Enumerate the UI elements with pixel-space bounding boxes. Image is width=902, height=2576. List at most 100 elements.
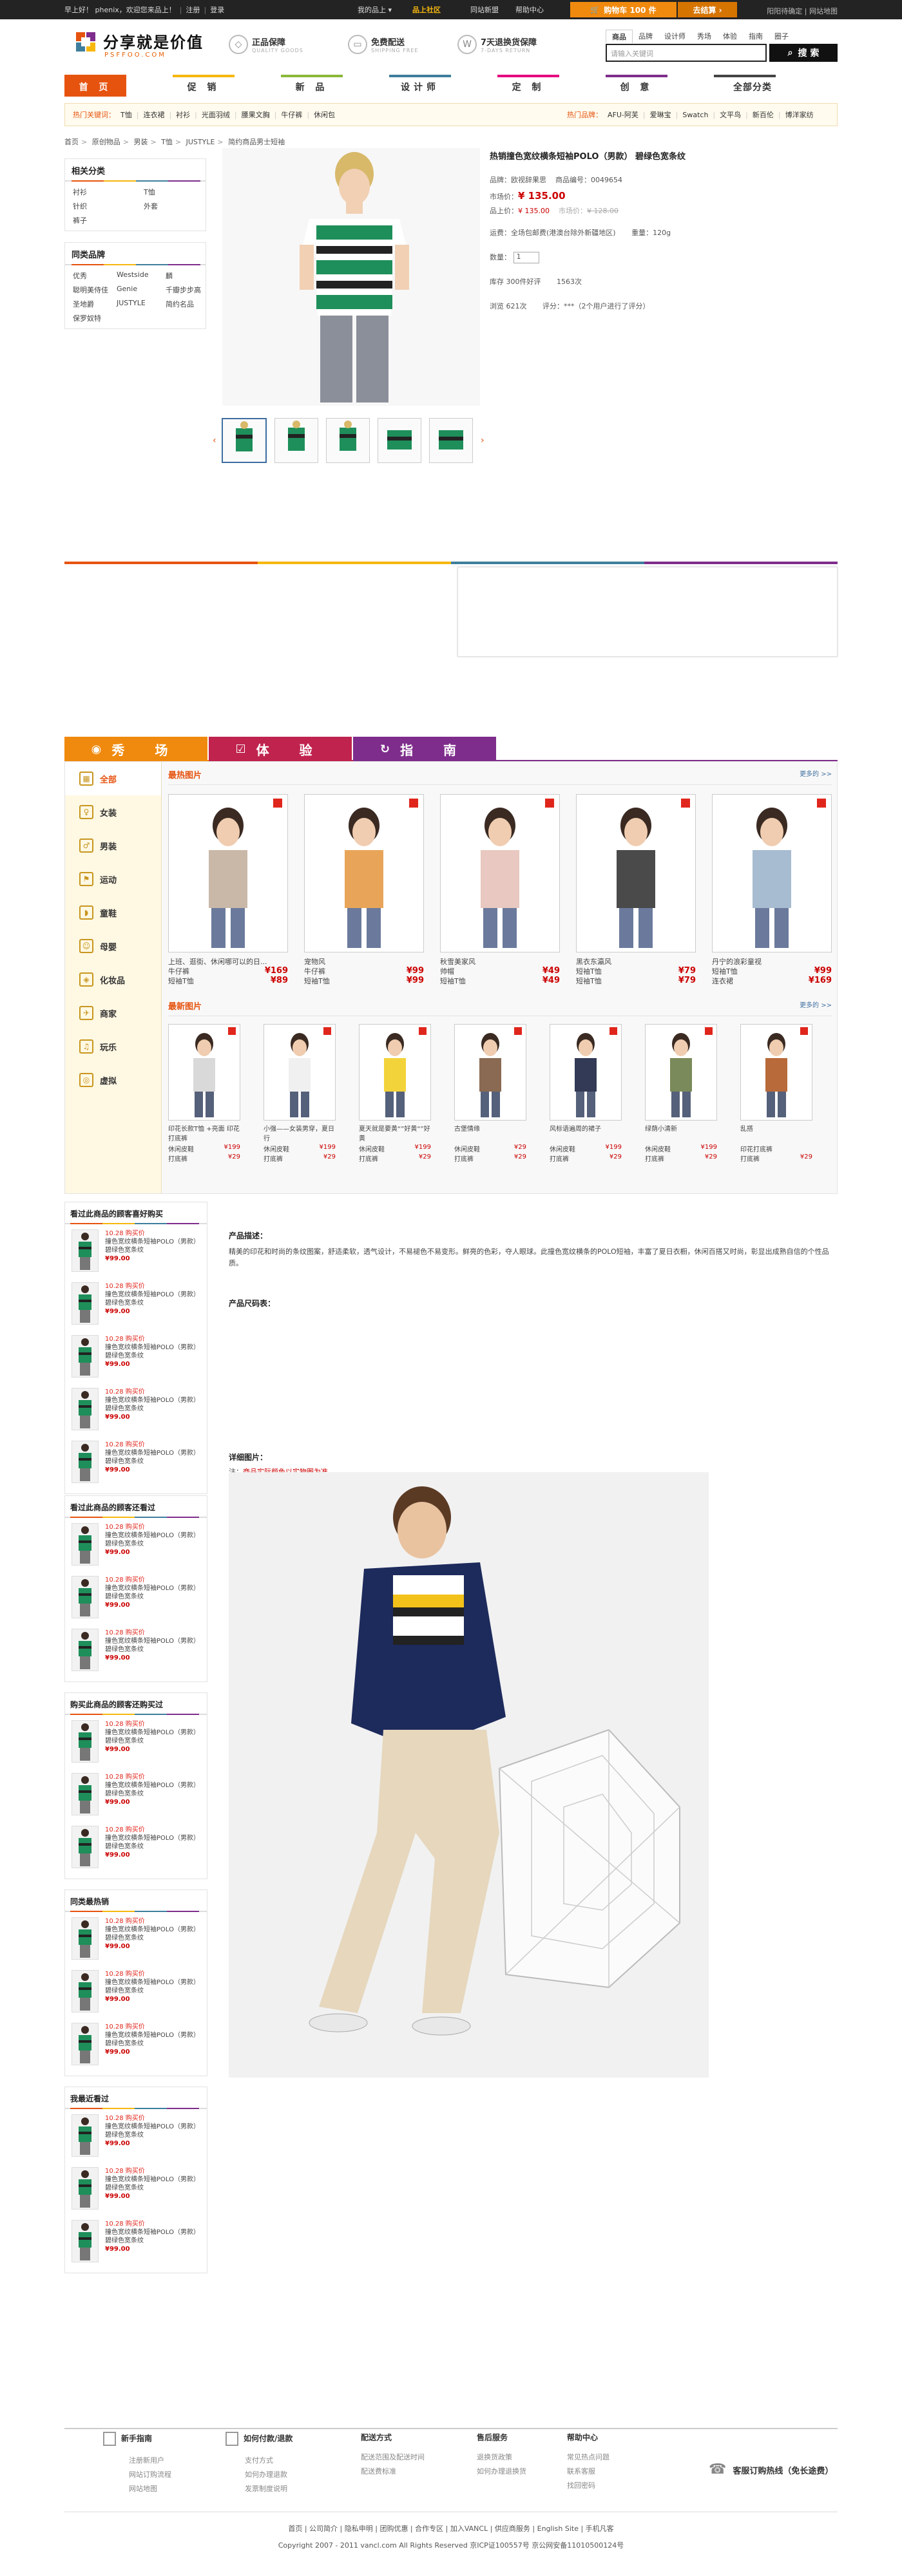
new-picture-caption[interactable]: 夏天就是要黄“”好黄“”好黄 xyxy=(359,1124,431,1144)
show-menu-item[interactable]: ⚑ 运动 xyxy=(65,862,161,896)
favorite-tag-icon[interactable] xyxy=(514,1027,522,1035)
recommendation-name[interactable]: 撞色宽纹横条短袖POLO（男款）碧绿色宽条纹 xyxy=(105,1584,203,1601)
hot-picture-caption[interactable]: 丹宁的浪彩童视 xyxy=(712,956,832,966)
item-label[interactable]: 印花打底裤 xyxy=(740,1144,772,1153)
recommendation-item[interactable]: 10.28 购买价 撞色宽纹横条短袖POLO（男款）碧绿色宽条纹 ¥99.00 xyxy=(65,2018,207,2070)
footer-link[interactable]: 退换货政策 xyxy=(477,2452,526,2462)
new-picture-caption[interactable]: 乱搭 xyxy=(740,1124,812,1144)
search-tab-circle[interactable]: 圈子 xyxy=(769,30,794,43)
recommendation-name[interactable]: 撞色宽纹横条短袖POLO（男款）碧绿色宽条纹 xyxy=(105,1926,203,1942)
favorite-tag-icon[interactable] xyxy=(228,1027,236,1035)
item-label[interactable]: 帅帽 xyxy=(440,966,454,976)
new-picture[interactable] xyxy=(550,1024,622,1121)
item-label[interactable]: 打底裤 xyxy=(359,1153,378,1163)
category-link[interactable]: T恤 xyxy=(144,187,215,197)
favorite-tag-icon[interactable] xyxy=(609,1027,617,1035)
recommendation-name[interactable]: 撞色宽纹横条短袖POLO（男款）碧绿色宽条纹 xyxy=(105,1238,203,1255)
brand-link[interactable]: JUSTYLE xyxy=(117,299,166,309)
breadcrumb-item[interactable]: 首页 xyxy=(64,138,79,146)
logo-title[interactable]: 分享就是价值 xyxy=(103,30,204,52)
recommendation-item[interactable]: 10.28 购买价 撞色宽纹横条短袖POLO（男款）碧绿色宽条纹 ¥99.00 xyxy=(65,1571,207,1624)
show-menu-item[interactable]: ✈ 商家 xyxy=(65,996,161,1030)
search-tab-brand[interactable]: 品牌 xyxy=(633,30,658,43)
footer-link[interactable]: 配送费标准 xyxy=(361,2466,425,2476)
recommendation-name[interactable]: 撞色宽纹横条短袖POLO（男款）碧绿色宽条纹 xyxy=(105,1637,203,1654)
nav-designer[interactable]: 设计师 xyxy=(389,77,451,97)
item-label[interactable]: 连衣裙 xyxy=(712,976,733,985)
recommendation-image[interactable] xyxy=(72,2114,99,2157)
recommendation-image[interactable] xyxy=(72,1523,99,1566)
recommendation-name[interactable]: 撞色宽纹横条短袖POLO（男款）碧绿色宽条纹 xyxy=(105,1449,203,1466)
brand-link[interactable]: 保罗奴特 xyxy=(73,313,117,323)
brand-link[interactable]: 新百伦 xyxy=(753,109,774,120)
category-link[interactable]: 衬衫 xyxy=(73,187,144,197)
breadcrumb-item[interactable]: 男装 xyxy=(133,138,148,146)
hot-picture-card[interactable]: 宠物风 牛仔裤 ¥99 短袖T恤 ¥99 xyxy=(304,794,424,985)
keyword-link[interactable]: 光面羽绒 xyxy=(202,109,230,120)
new-picture-caption[interactable]: 绿荫小清新 xyxy=(645,1124,717,1144)
recommendation-name[interactable]: 撞色宽纹横条短袖POLO（男款）碧绿色宽条纹 xyxy=(105,1834,203,1851)
brand-link[interactable]: 文平鸟 xyxy=(720,109,741,120)
show-menu-item[interactable]: ♀ 女装 xyxy=(65,795,161,829)
footer-link[interactable]: 支付方式 xyxy=(245,2455,293,2465)
show-menu-item[interactable]: ♂ 男装 xyxy=(65,829,161,862)
recommendation-name[interactable]: 撞色宽纹横条短袖POLO（男款）碧绿色宽条纹 xyxy=(105,1396,203,1413)
new-picture[interactable] xyxy=(264,1024,336,1121)
cart-button[interactable]: 🛒 购物车 100 件 xyxy=(570,2,676,17)
search-button[interactable]: ⌕ 搜 索 xyxy=(769,44,838,62)
brand-link[interactable]: 优秀 xyxy=(73,270,117,281)
thumbnail[interactable] xyxy=(222,418,267,463)
recommendation-image[interactable] xyxy=(72,1335,99,1378)
recommendation-image[interactable] xyxy=(72,1773,99,1815)
checkout-button[interactable]: 去结算 › xyxy=(678,2,737,17)
keyword-link[interactable]: T恤 xyxy=(120,109,132,120)
new-picture-card[interactable]: 夏天就是要黄“”好黄“”好黄 休闲皮鞋 ¥199 打底裤 ¥29 xyxy=(359,1024,431,1163)
search-input[interactable]: 请输入关键词 xyxy=(606,44,767,62)
brand-link[interactable]: Westside xyxy=(117,270,166,281)
hot-picture[interactable] xyxy=(304,794,424,952)
recommendation-image[interactable] xyxy=(72,2023,99,2065)
thumbnail[interactable] xyxy=(378,418,421,463)
brand-link[interactable]: 圣地爵 xyxy=(73,299,117,309)
new-picture-card[interactable]: 风标语遍周的裙子 休闲皮鞋 ¥199 打底裤 ¥29 xyxy=(550,1024,622,1163)
recommendation-item[interactable]: 10.28 购买价 撞色宽纹横条短袖POLO（男款）碧绿色宽条纹 ¥99.00 xyxy=(65,1224,207,1277)
keyword-link[interactable]: 牛仔裤 xyxy=(281,109,302,120)
item-label[interactable]: 打底裤 xyxy=(740,1153,760,1163)
recommendation-image[interactable] xyxy=(72,1826,99,1868)
hot-picture[interactable] xyxy=(440,794,560,952)
show-menu-item[interactable]: ♫ 玩乐 xyxy=(65,1030,161,1063)
recommendation-image[interactable] xyxy=(72,1576,99,1618)
search-tab-guide[interactable]: 指南 xyxy=(743,30,769,43)
favorites-link[interactable]: 同站新盟 xyxy=(470,5,499,15)
item-label[interactable]: 打底裤 xyxy=(645,1153,664,1163)
hot-picture-caption[interactable]: 宠物风 xyxy=(304,956,424,966)
recommendation-item[interactable]: 10.28 购买价 撞色宽纹横条短袖POLO（男款）碧绿色宽条纹 ¥99.00 xyxy=(65,2215,207,2268)
item-label[interactable]: 打底裤 xyxy=(454,1153,474,1163)
new-picture[interactable] xyxy=(359,1024,431,1121)
hot-picture[interactable] xyxy=(168,794,288,952)
thumbnail[interactable] xyxy=(274,418,318,463)
nav-home[interactable]: 首 页 xyxy=(64,77,126,97)
recommendation-name[interactable]: 撞色宽纹横条短袖POLO（男款）碧绿色宽条纹 xyxy=(105,1781,203,1798)
footer-link[interactable]: 联系客服 xyxy=(567,2466,609,2476)
breadcrumb-item[interactable]: T恤 xyxy=(161,138,173,146)
new-picture-caption[interactable]: 风标语遍周的裙子 xyxy=(550,1124,622,1144)
new-picture-caption[interactable]: 古堡情缘 xyxy=(454,1124,526,1144)
recommendation-item[interactable]: 10.28 购买价 撞色宽纹横条短袖POLO（男款）碧绿色宽条纹 ¥99.00 xyxy=(65,1518,207,1571)
recommendation-item[interactable]: 10.28 购买价 撞色宽纹横条短袖POLO（男款）碧绿色宽条纹 ¥99.00 xyxy=(65,1624,207,1676)
breadcrumb-item[interactable]: 原创物品 xyxy=(92,138,120,146)
search-tab-designer[interactable]: 设计师 xyxy=(658,30,691,43)
show-menu-item[interactable]: ▦ 全部 xyxy=(65,762,161,795)
recommendation-item[interactable]: 10.28 购买价 撞色宽纹横条短袖POLO（男款）碧绿色宽条纹 ¥99.00 xyxy=(65,2162,207,2215)
favorite-tag-icon[interactable] xyxy=(681,799,690,808)
footer-link[interactable]: 配送范围及配送时间 xyxy=(361,2452,425,2462)
tab-guide[interactable]: ↻ 指 南 xyxy=(353,737,496,761)
brand-link[interactable]: 爱琳宝 xyxy=(650,109,671,120)
recommendation-image[interactable] xyxy=(72,1917,99,1960)
register-link[interactable]: 注册 xyxy=(186,5,200,15)
tab-show[interactable]: ◉ 秀 场 xyxy=(64,737,207,761)
item-label[interactable]: 打底裤 xyxy=(550,1153,569,1163)
new-picture-card[interactable]: 小强——女装男穿，夏日行 休闲皮鞋 ¥199 打底裤 ¥29 xyxy=(264,1024,336,1163)
recommendation-name[interactable]: 撞色宽纹横条短袖POLO（男款）碧绿色宽条纹 xyxy=(105,1728,203,1745)
item-label[interactable]: 打底裤 xyxy=(264,1153,283,1163)
